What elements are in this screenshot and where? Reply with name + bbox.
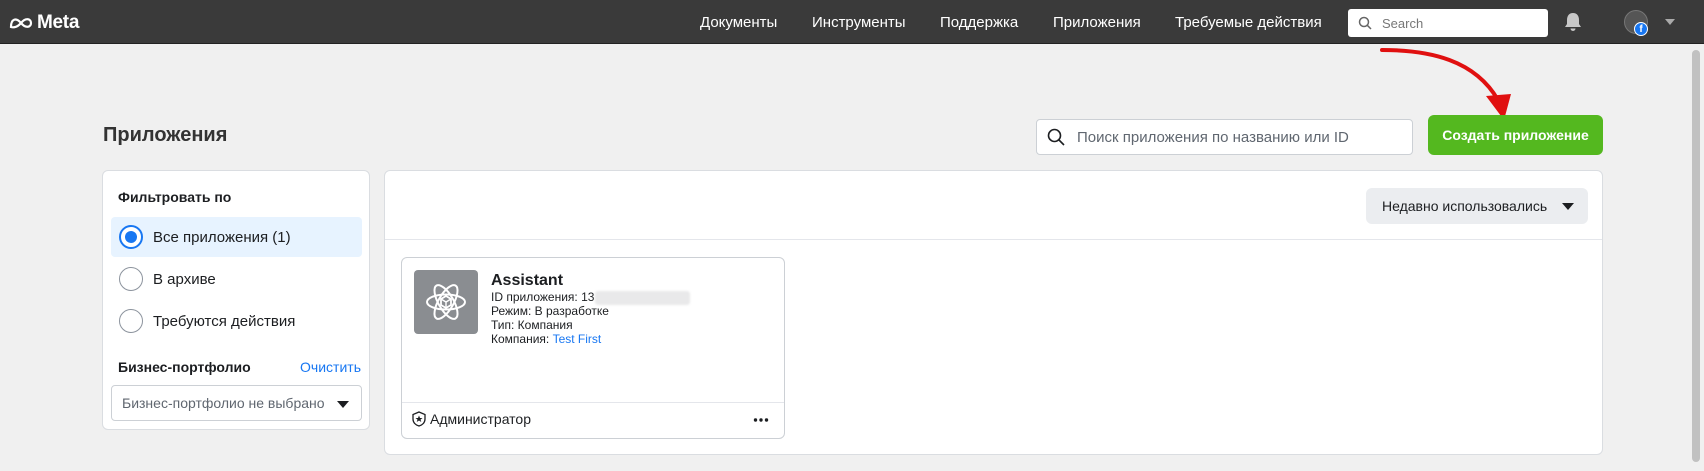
apps-panel: Недавно использовались Assistant ID прил…: [384, 170, 1603, 455]
nav-tools[interactable]: Инструменты: [812, 14, 906, 31]
filter-option-all-apps[interactable]: Все приложения (1): [111, 217, 362, 257]
app-card[interactable]: Assistant ID приложения: 13 Режим: В раз…: [401, 257, 785, 439]
nav-docs[interactable]: Документы: [700, 14, 777, 31]
annotation-arrow: [1380, 48, 1511, 120]
radio-selected[interactable]: [119, 225, 143, 249]
app-search-box[interactable]: [1036, 119, 1413, 155]
app-type: Тип: Компания: [491, 318, 573, 332]
filter-option-action-required[interactable]: Требуются действия: [111, 301, 362, 341]
filter-panel: Фильтровать по Все приложения (1) В архи…: [102, 170, 370, 430]
more-dots-icon: [753, 418, 769, 422]
top-search-input[interactable]: [1382, 15, 1542, 31]
nav-required-actions[interactable]: Требуемые действия: [1175, 14, 1322, 31]
page-scrollbar[interactable]: [1688, 44, 1704, 471]
nav-apps[interactable]: Приложения: [1053, 14, 1141, 31]
search-icon: [1358, 16, 1372, 30]
more-options-button[interactable]: [746, 408, 776, 432]
business-portfolio-label: Бизнес-портфолио: [118, 359, 251, 375]
app-id-label: ID приложения:: [491, 290, 578, 304]
filter-option-label: Все приложения (1): [153, 228, 291, 246]
meta-logo[interactable]: Meta: [8, 12, 79, 34]
app-id: ID приложения: 13: [491, 290, 691, 305]
top-navigation-bar: Meta Документы Инструменты Поддержка При…: [0, 0, 1704, 44]
clear-link[interactable]: Очистить: [300, 359, 361, 375]
shield-star-icon: [412, 411, 426, 427]
company-link[interactable]: Test First: [553, 332, 602, 346]
divider: [385, 239, 1602, 240]
divider: [402, 402, 784, 403]
app-name[interactable]: Assistant: [491, 272, 563, 290]
radio-unselected[interactable]: [119, 309, 143, 333]
radio-unselected[interactable]: [119, 267, 143, 291]
app-icon[interactable]: [414, 270, 478, 334]
app-role: Администратор: [412, 411, 531, 427]
app-mode: Режим: В разработке: [491, 304, 609, 318]
sort-dropdown[interactable]: Недавно использовались: [1366, 188, 1588, 224]
sort-label: Недавно использовались: [1382, 198, 1548, 214]
bell-icon[interactable]: [1564, 12, 1582, 32]
filter-title: Фильтровать по: [118, 189, 232, 205]
brand-name: Meta: [37, 12, 80, 33]
atom-icon: [426, 284, 466, 320]
app-search-input[interactable]: [1077, 128, 1397, 146]
business-portfolio-value: Бизнес-портфолио не выбрано: [122, 395, 325, 411]
nav-support[interactable]: Поддержка: [940, 14, 1018, 31]
filter-option-label: Требуются действия: [153, 312, 296, 330]
app-company-label: Компания:: [491, 332, 550, 346]
facebook-icon: f: [1634, 22, 1648, 36]
filter-option-archived[interactable]: В архиве: [111, 259, 362, 299]
caret-down-icon: [337, 401, 349, 408]
top-search-box[interactable]: [1348, 9, 1548, 37]
scrollbar-thumb[interactable]: [1692, 50, 1700, 462]
role-label: Администратор: [430, 411, 532, 427]
business-portfolio-select[interactable]: Бизнес-портфолио не выбрано: [111, 385, 362, 421]
create-app-button[interactable]: Создать приложение: [1428, 115, 1603, 155]
meta-logo-icon: [9, 18, 33, 29]
chevron-down-icon[interactable]: [1665, 19, 1675, 25]
search-icon: [1047, 128, 1065, 146]
app-company: Компания: Test First: [491, 332, 601, 346]
app-id-value: 13: [581, 290, 595, 304]
redacted-area: [595, 290, 691, 305]
caret-down-icon: [1562, 203, 1574, 210]
page-title: Приложения: [103, 124, 228, 146]
filter-option-label: В архиве: [153, 270, 216, 288]
